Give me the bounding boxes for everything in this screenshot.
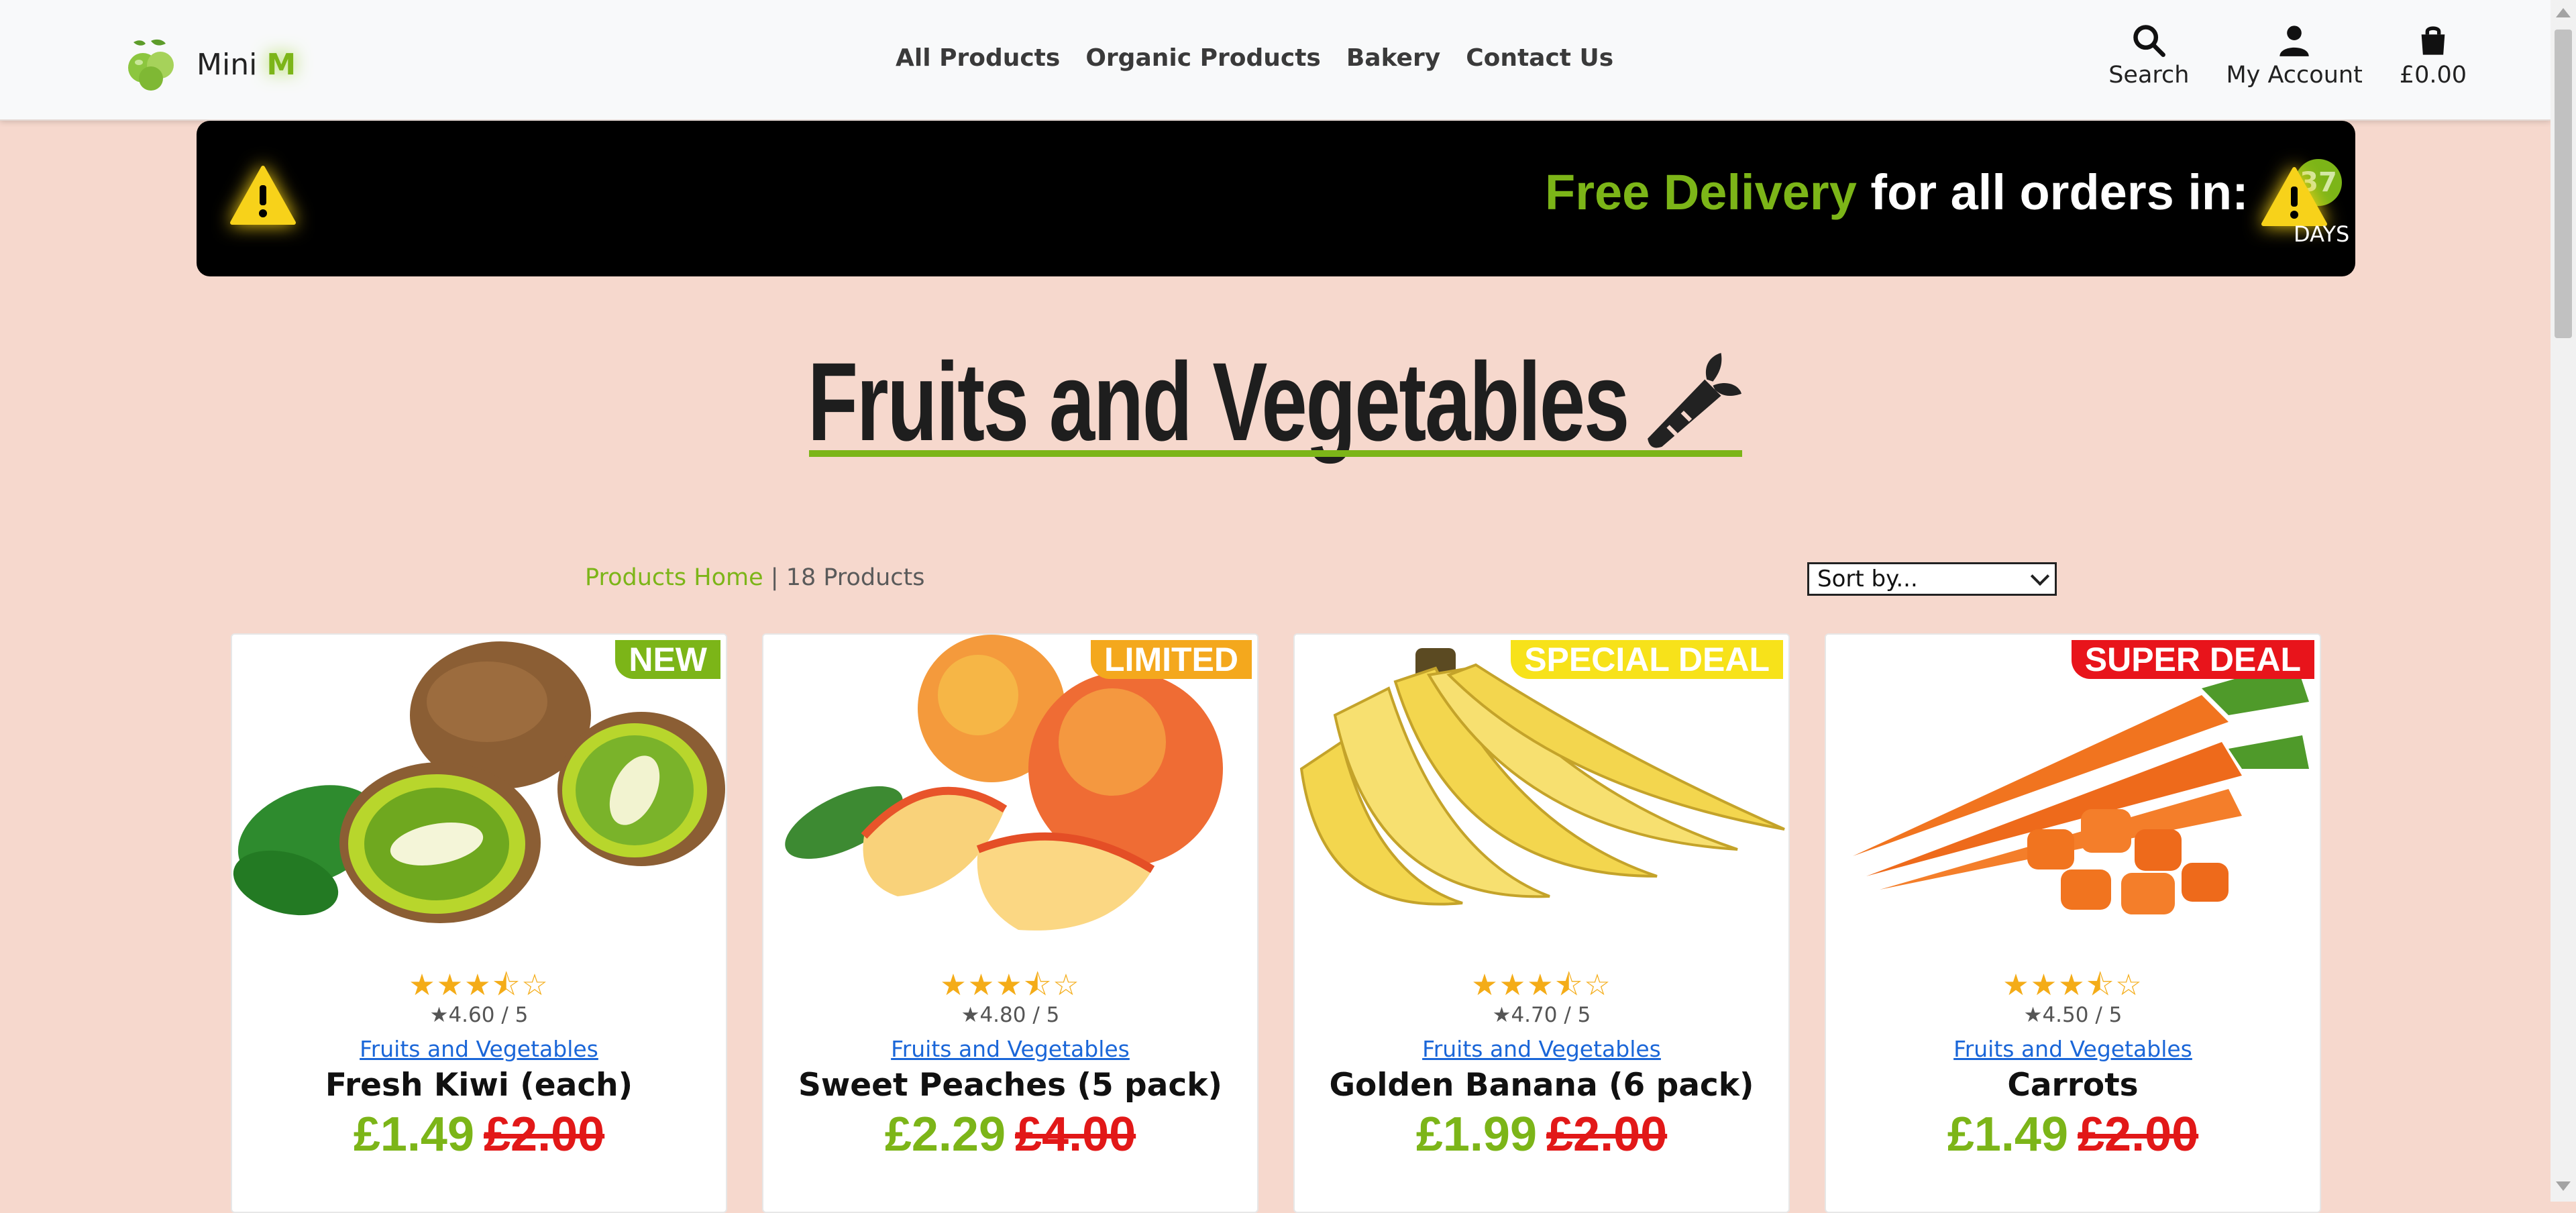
page-title: Fruits and Vegetables [808,340,1629,464]
carrots-product-image[interactable] [1826,635,2320,938]
nav-contact-us[interactable]: Contact Us [1466,44,1613,72]
user-icon [2279,25,2309,56]
star-icon: ★ [961,1003,980,1027]
product-name[interactable]: Fresh Kiwi (each) [232,1067,726,1104]
breadcrumb-products-home[interactable]: Products Home [585,564,763,591]
rating-value: ★4.60 / 5 [429,1003,529,1027]
navbar: Mini M All Products Organic Products Bak… [0,0,2551,121]
brand-name: Mini M [197,47,297,82]
search-icon [2133,25,2166,57]
product-name[interactable]: Golden Banana (6 pack) [1295,1067,1788,1104]
product-category-link[interactable]: Fruits and Vegetables [1295,1036,1788,1062]
main-nav: All Products Organic Products Bakery Con… [896,44,1613,72]
search-button[interactable]: Search [2108,23,2189,89]
search-label: Search [2108,62,2190,89]
nav-all-products[interactable]: All Products [896,44,1060,72]
product-card[interactable]: SUPER DEAL ★★★⯪☆ ★4.50 / 5 Fruits and Ve… [1825,633,2321,1213]
product-price: £1.49 £2.00 [353,1108,605,1161]
product-name[interactable]: Carrots [1826,1067,2320,1104]
scrollbar-thumb[interactable] [2555,30,2572,338]
product-badge: LIMITED [1091,640,1252,679]
kiwi-product-image[interactable] [232,635,726,938]
breadcrumb: Products Home | 18 Products [585,564,925,591]
shopping-bag-icon [2421,26,2445,55]
sort-select-value: Sort by... [1817,566,1918,592]
product-name[interactable]: Sweet Peaches (5 pack) [763,1067,1257,1104]
cart-button[interactable]: £0.00 [2400,23,2467,89]
chevron-down-icon [2030,566,2050,586]
title-underline [809,450,1742,457]
product-card[interactable]: LIMITED ★★★⯪☆ ★4.80 / 5 Fruits and Veget… [762,633,1258,1213]
product-count: 18 Products [786,564,925,591]
product-badge: NEW [615,640,720,679]
scroll-up-arrow-icon[interactable] [2556,8,2571,17]
product-category-link[interactable]: Fruits and Vegetables [1826,1036,2320,1062]
carrot-icon [1648,353,1741,448]
brand[interactable]: Mini M [124,37,296,92]
nav-bakery[interactable]: Bakery [1346,44,1440,72]
account-button[interactable]: My Account [2226,23,2363,89]
scroll-down-arrow-icon[interactable] [2556,1181,2571,1191]
delivery-banner: Free Delivery for all orders in: 37 DAYS [197,121,2355,276]
product-card[interactable]: NEW ★★★⯪☆ ★4.60 / 5 Fruits and Vegetable… [231,633,727,1213]
product-price: £1.49 £2.00 [1947,1108,2199,1161]
sort-select[interactable]: Sort by... [1807,562,2057,596]
apple-logo-icon [128,39,174,91]
rating-value: ★4.50 / 5 [2023,1003,2123,1027]
product-price: £2.29 £4.00 [884,1108,1136,1161]
star-icon: ★ [2023,1003,2043,1027]
warning-icon [2261,167,2327,226]
star-icon: ★ [429,1003,449,1027]
rating-value: ★4.80 / 5 [961,1003,1060,1027]
product-price: £1.99 £2.00 [1415,1108,1668,1161]
rating-value: ★4.70 / 5 [1492,1003,1591,1027]
nav-organic-products[interactable]: Organic Products [1085,44,1321,72]
countdown-unit: DAYS [2294,221,2350,247]
product-badge: SUPER DEAL [2071,640,2314,679]
warning-icon [230,166,296,225]
product-badge: SPECIAL DEAL [1511,640,1783,679]
product-category-link[interactable]: Fruits and Vegetables [763,1036,1257,1062]
cart-total: £0.00 [2399,62,2467,89]
peaches-product-image[interactable] [763,635,1257,938]
banner-text: Free Delivery for all orders in: [1545,164,2249,220]
product-card[interactable]: SPECIAL DEAL ★★★⯪☆ ★4.70 / 5 Fruits and … [1293,633,1790,1213]
scrollbar[interactable] [2551,0,2576,1202]
product-category-link[interactable]: Fruits and Vegetables [232,1036,726,1062]
banana-product-image[interactable] [1295,635,1788,938]
nav-actions: Search My Account £0.00 [2108,23,2467,89]
account-label: My Account [2226,62,2363,89]
star-icon: ★ [1492,1003,1511,1027]
